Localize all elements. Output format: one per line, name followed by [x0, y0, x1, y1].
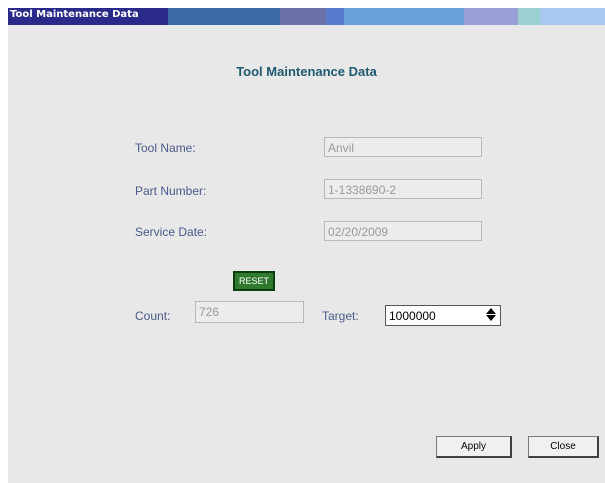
- service-date-field[interactable]: 02/20/2009: [324, 221, 482, 241]
- count-label: Count:: [135, 309, 171, 323]
- close-button[interactable]: Close: [528, 436, 599, 458]
- target-value[interactable]: 1000000: [389, 309, 436, 323]
- title-bar-segment: [168, 8, 280, 25]
- spinner-arrows-icon[interactable]: [485, 308, 497, 323]
- title-bar-segment: [540, 8, 605, 25]
- title-bar-segment: [326, 8, 344, 25]
- target-stepper[interactable]: 1000000: [385, 305, 501, 326]
- count-field[interactable]: 726: [195, 301, 304, 323]
- title-bar-segment: [464, 8, 518, 25]
- spin-down-icon[interactable]: [486, 315, 496, 321]
- tool-name-field[interactable]: Anvil: [324, 137, 482, 157]
- title-bar[interactable]: Tool Maintenance Data: [8, 8, 605, 25]
- tool-maintenance-window: Tool Maintenance Data Tool Maintenance D…: [0, 8, 605, 483]
- part-number-field[interactable]: 1-1338690-2: [324, 179, 482, 199]
- page-title: Tool Maintenance Data: [236, 64, 377, 79]
- title-bar-segment: [344, 8, 464, 25]
- part-number-label: Part Number:: [135, 184, 207, 198]
- dialog-content: Tool Maintenance Data Tool Name: Anvil P…: [8, 25, 605, 483]
- apply-button[interactable]: Apply: [436, 436, 512, 458]
- title-bar-segment: [280, 8, 326, 25]
- service-date-label: Service Date:: [135, 225, 208, 239]
- spin-up-icon[interactable]: [486, 308, 496, 314]
- reset-button[interactable]: RESET: [233, 271, 275, 291]
- window-title: Tool Maintenance Data: [10, 9, 139, 20]
- tool-name-label: Tool Name:: [135, 141, 196, 155]
- title-bar-segment: [518, 8, 540, 25]
- target-label: Target:: [322, 309, 359, 323]
